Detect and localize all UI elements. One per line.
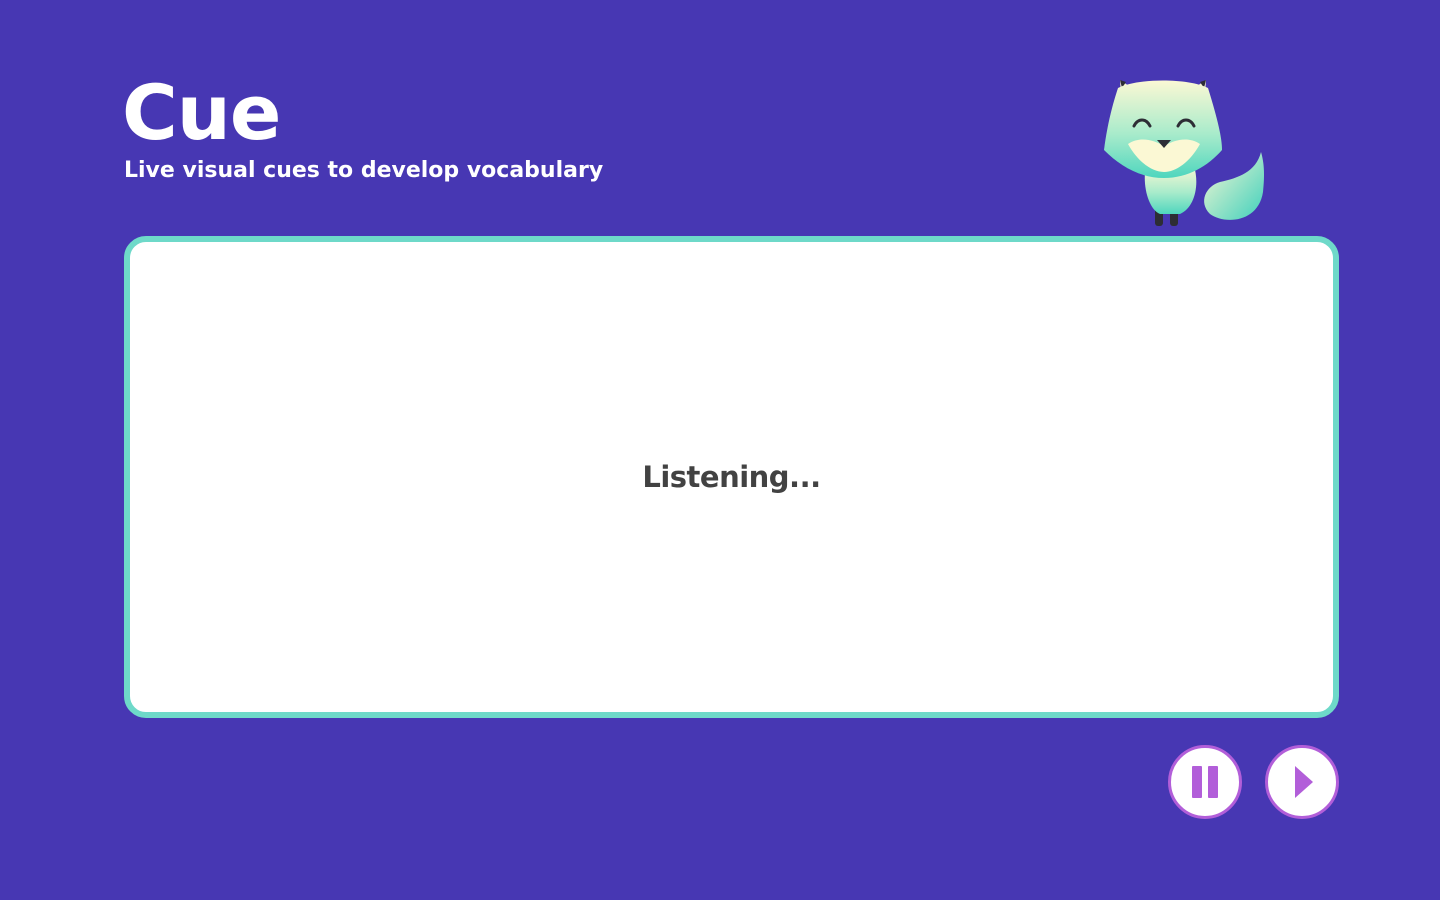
app-root: Cue Live visual cues to develop vocabula…: [0, 0, 1440, 900]
pause-button[interactable]: [1168, 745, 1242, 819]
app-subtitle: Live visual cues to develop vocabulary: [124, 158, 604, 183]
listening-status: Listening...: [642, 460, 821, 494]
fox-mascot-icon: [1098, 74, 1268, 234]
pause-icon: [1189, 765, 1221, 799]
cue-display-panel: Listening...: [124, 236, 1339, 718]
play-icon: [1289, 765, 1315, 799]
play-button[interactable]: [1265, 745, 1339, 819]
app-title: Cue: [122, 68, 281, 157]
